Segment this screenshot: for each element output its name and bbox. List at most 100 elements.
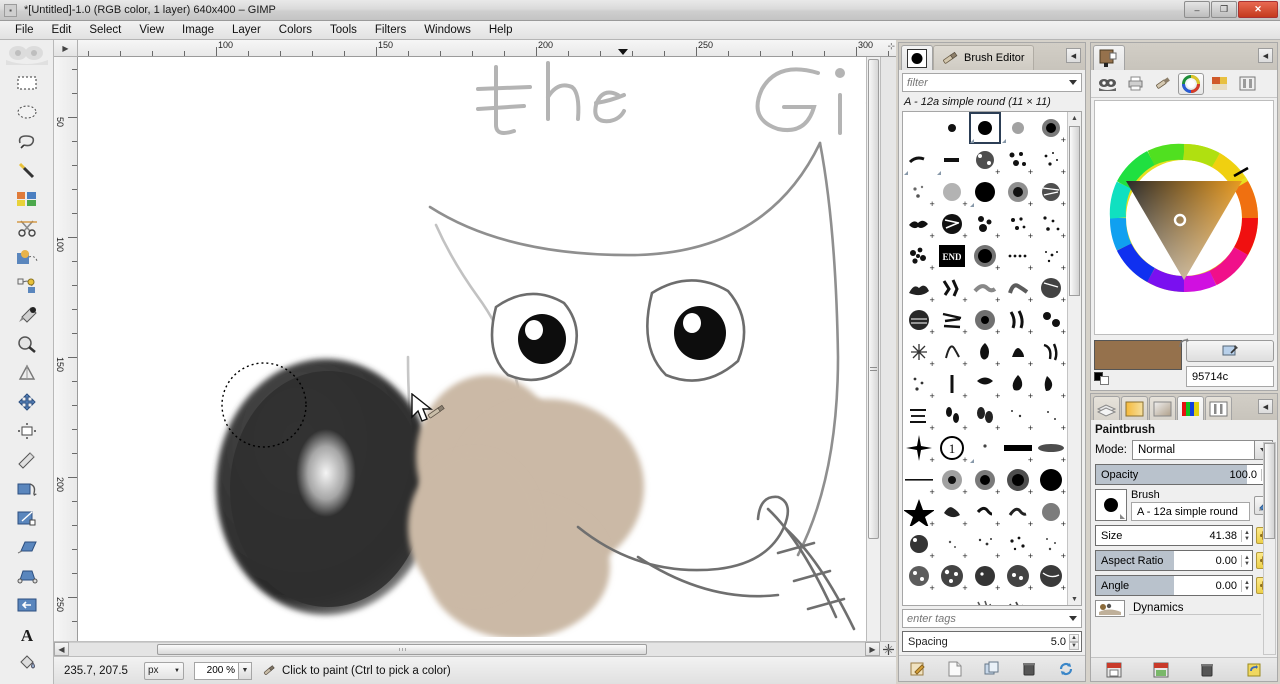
zoom-value[interactable]: 200 % xyxy=(194,661,238,680)
brush-item[interactable]: + xyxy=(903,528,936,561)
horizontal-ruler[interactable]: 100 150 200 250 300 ⊹ xyxy=(78,40,896,57)
brush-item[interactable]: + xyxy=(903,368,936,401)
brush-item[interactable]: + xyxy=(1001,368,1034,401)
menu-file[interactable]: File xyxy=(6,23,43,37)
brush-tags-input[interactable] xyxy=(907,612,1069,625)
save-tool-preset-button[interactable] xyxy=(1104,661,1124,679)
menu-help[interactable]: Help xyxy=(480,23,522,37)
angle-slider[interactable]: Angle 0.00 ▲ ▼ xyxy=(1095,575,1253,596)
brush-item[interactable]: + xyxy=(1034,144,1067,177)
close-button[interactable]: ✕ xyxy=(1238,1,1278,18)
tool-move[interactable] xyxy=(12,387,42,416)
tool-scissors-select[interactable] xyxy=(12,213,42,242)
brush-grid-scrollbar[interactable]: ▲ ▼ xyxy=(1067,112,1081,605)
tool-options-scroll-thumb[interactable] xyxy=(1264,443,1275,539)
canvas-viewport[interactable] xyxy=(78,57,866,641)
tool-perspective[interactable] xyxy=(12,561,42,590)
brush-scroll-thumb[interactable] xyxy=(1069,126,1080,296)
brush-item[interactable]: + xyxy=(1001,272,1034,305)
brush-item[interactable]: + xyxy=(936,176,969,209)
menu-colors[interactable]: Colors xyxy=(270,23,321,37)
tab-wheel-icon-button[interactable] xyxy=(1178,72,1204,95)
tab-tool-options[interactable] xyxy=(1205,396,1232,420)
canvas-image[interactable] xyxy=(78,57,866,641)
menu-tools[interactable]: Tools xyxy=(321,23,366,37)
brush-item[interactable]: + xyxy=(969,368,1002,401)
brush-item[interactable]: + xyxy=(936,208,969,241)
spacing-value[interactable]: 5.0 xyxy=(1051,636,1066,648)
current-color-swatch[interactable] xyxy=(1094,340,1182,370)
brush-item[interactable]: + xyxy=(936,400,969,433)
brush-item[interactable] xyxy=(936,112,969,144)
tab-watercolor-icon-button[interactable] xyxy=(1150,73,1176,95)
brush-item[interactable]: + xyxy=(936,272,969,305)
brush-tags-box[interactable] xyxy=(902,609,1082,628)
vertical-ruler[interactable]: 50 100 150 200 250 xyxy=(54,57,78,641)
tab-printer-icon-button[interactable] xyxy=(1122,73,1148,95)
brush-item[interactable]: + xyxy=(969,336,1002,369)
restore-button[interactable]: ❐ xyxy=(1211,1,1237,18)
tool-zoom[interactable] xyxy=(12,329,42,358)
brush-item[interactable]: + xyxy=(1034,496,1067,529)
brush-item[interactable]: + xyxy=(1034,432,1067,465)
brush-item[interactable]: + xyxy=(969,208,1002,241)
brush-item[interactable]: + xyxy=(969,592,1002,605)
pick-color-from-screen-button[interactable] xyxy=(1186,340,1274,362)
brush-item[interactable]: + xyxy=(1034,368,1067,401)
edit-brush-button[interactable] xyxy=(907,659,929,679)
tab-palettes[interactable] xyxy=(1177,396,1204,420)
brushes-dock-menu-button[interactable]: ◀ xyxy=(1066,48,1081,63)
tool-free-select[interactable] xyxy=(12,126,42,155)
hex-color-field[interactable]: 95714c xyxy=(1186,366,1274,387)
zoom-caret-icon[interactable]: ▼ xyxy=(238,661,252,680)
tool-alignment[interactable] xyxy=(12,416,42,445)
brush-item[interactable]: + xyxy=(1001,144,1034,177)
brush-item[interactable]: + xyxy=(969,272,1002,305)
tool-color-picker[interactable] xyxy=(12,300,42,329)
minimize-button[interactable]: – xyxy=(1184,1,1210,18)
tool-foreground-select[interactable] xyxy=(12,242,42,271)
brush-item[interactable]: + xyxy=(1034,112,1067,145)
brush-item[interactable]: + xyxy=(903,592,936,605)
brush-item[interactable]: + xyxy=(1001,304,1034,337)
brush-item[interactable]: + xyxy=(903,432,936,465)
brush-item[interactable]: + xyxy=(1034,336,1067,369)
window-icon[interactable]: ▪ xyxy=(4,3,17,17)
brush-item[interactable]: + xyxy=(969,144,1002,177)
ruler-corner-menu-button[interactable]: ▶ xyxy=(54,40,78,57)
brush-item[interactable]: + xyxy=(969,240,1002,273)
brush-item[interactable]: + xyxy=(1034,176,1067,209)
brush-item[interactable]: + xyxy=(1001,336,1034,369)
color-wheel-selector[interactable] xyxy=(1106,140,1262,296)
tab-brushes[interactable] xyxy=(901,45,933,70)
brush-item[interactable] xyxy=(903,144,936,176)
menu-filters[interactable]: Filters xyxy=(366,23,415,37)
aspect-ratio-slider[interactable]: Aspect Ratio 0.00 ▲ ▼ xyxy=(1095,550,1253,571)
dynamics-name[interactable]: Dynamics xyxy=(1129,602,1261,615)
color-dock-menu-button[interactable]: ◀ xyxy=(1258,48,1273,63)
brush-item[interactable]: + xyxy=(1001,240,1034,273)
tool-text[interactable]: A xyxy=(12,619,42,648)
duplicate-brush-button[interactable] xyxy=(981,659,1003,679)
reset-tool-options-button[interactable] xyxy=(1244,661,1264,679)
brush-item[interactable]: + xyxy=(903,176,936,209)
new-brush-button[interactable] xyxy=(944,659,966,679)
reset-colors-icon[interactable] xyxy=(1178,338,1190,352)
brush-item[interactable] xyxy=(1001,112,1034,144)
brush-scroll-down[interactable]: ▼ xyxy=(1068,593,1081,605)
zoom-control[interactable]: 200 % ▼ xyxy=(194,661,252,680)
brush-item[interactable]: + xyxy=(936,464,969,497)
tab-color[interactable] xyxy=(1093,45,1125,70)
ruler-nav-icon[interactable]: ⊹ xyxy=(887,41,895,52)
brush-item[interactable]: + xyxy=(1034,272,1067,305)
brush-item[interactable]: + xyxy=(1001,496,1034,529)
spacing-spinner[interactable]: Spacing 5.0 ▲ ▼ xyxy=(902,631,1082,652)
tab-patterns[interactable] xyxy=(1149,396,1176,420)
menu-view[interactable]: View xyxy=(130,23,173,37)
brush-item[interactable]: + xyxy=(1001,432,1034,465)
refresh-brushes-button[interactable] xyxy=(1055,659,1077,679)
tool-crop[interactable] xyxy=(12,445,42,474)
tab-gimp-icon-button[interactable] xyxy=(1094,73,1120,95)
hscroll-left-arrow[interactable]: ◀ xyxy=(54,642,69,656)
delete-tool-preset-button[interactable] xyxy=(1197,661,1217,679)
